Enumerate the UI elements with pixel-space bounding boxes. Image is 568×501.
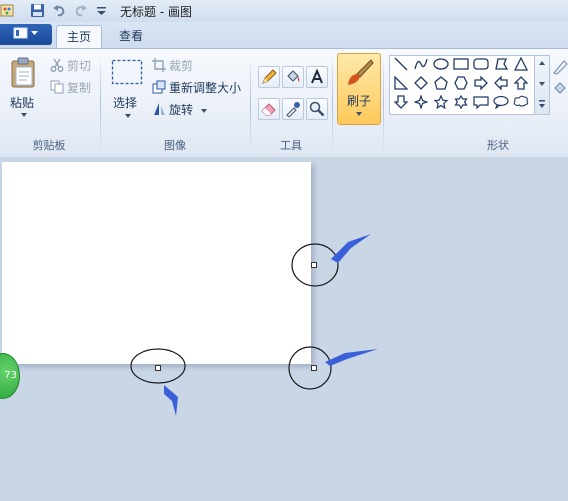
highlight-circle-corner-handle <box>288 346 332 390</box>
annotation-arrow-right-handle <box>331 234 371 263</box>
highlight-circle-right-handle <box>291 243 339 287</box>
annotation-arrow-corner-handle <box>325 349 378 366</box>
annotation-overlay <box>130 234 378 416</box>
highlight-circle-bottom-handle <box>130 348 186 384</box>
annotation-arrow-bottom-handle <box>164 385 178 416</box>
